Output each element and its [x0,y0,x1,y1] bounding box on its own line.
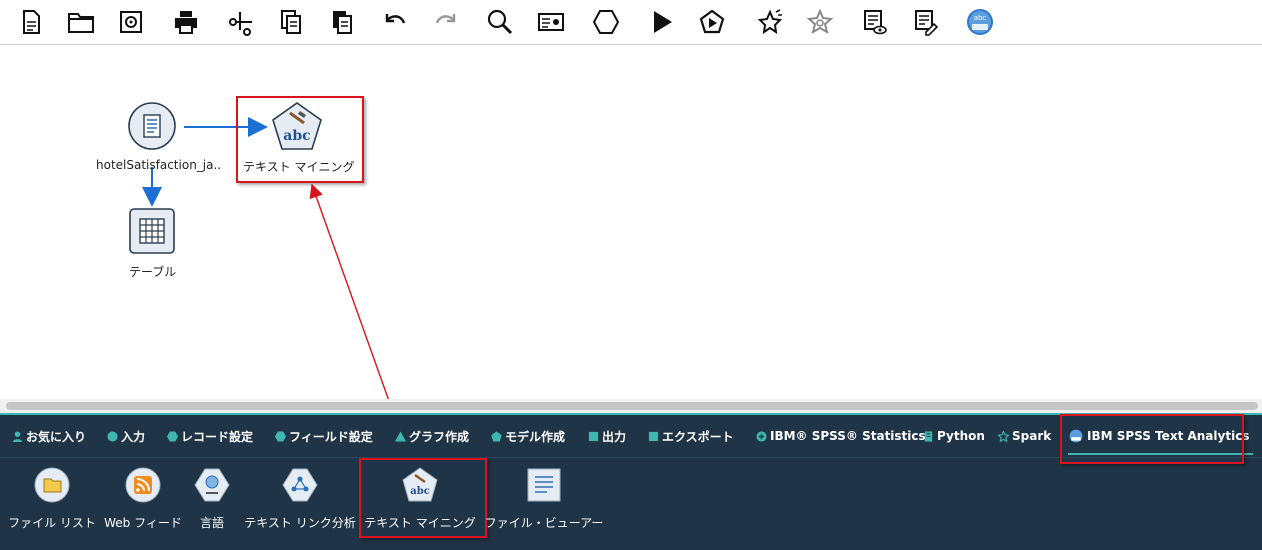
palette-item-label: ファイル・ビューアー [484,516,604,530]
python-icon [924,430,933,442]
text-mining-icon: abc [402,467,438,502]
circle-icon [107,430,118,442]
run-icon[interactable] [644,4,680,40]
tab-label: エクスポート [662,429,734,444]
abc-label: abc [974,14,987,22]
annotation-view-icon[interactable] [856,4,892,40]
spss-icon [756,430,767,442]
tab-spss-statistics[interactable]: IBM® SPSS® Statistics [756,415,926,457]
hexagon-icon [275,430,286,442]
rss-icon [125,467,161,503]
toolbar: abc [0,0,1262,45]
tab-input[interactable]: 入力 [107,415,145,457]
run-selection-icon[interactable] [694,4,730,40]
square-icon [648,431,659,441]
tab-graphs[interactable]: グラフ作成 [395,415,469,457]
redo-icon[interactable] [428,4,464,40]
undo-icon[interactable] [377,4,413,40]
new-stream-icon[interactable] [13,4,49,40]
scrollbar-thumb[interactable] [6,402,1258,410]
source-node-label: hotelSatisfaction_ja.. [96,158,222,172]
save-icon[interactable] [113,4,149,40]
palette-item-web-feed[interactable]: Web フィード [102,467,184,531]
tab-label: モデル作成 [505,429,566,444]
settings-star-icon[interactable] [802,4,838,40]
tab-label: 入力 [121,429,146,444]
tab-label: レコード設定 [181,429,254,444]
palette-item-file-list[interactable]: ファイル リスト [8,467,96,531]
annotation-edit-icon[interactable] [907,4,943,40]
magic-wand-icon[interactable] [752,4,788,40]
text-analytics-icon [1069,429,1083,443]
tab-spark[interactable]: Spark [998,415,1051,457]
copy-icon[interactable] [273,4,309,40]
palette-tabs: お気に入り 入力 レコード設定 フィールド設定 グラフ作成 モデル作成 出力 エ… [0,414,1262,464]
tab-modeling[interactable]: モデル作成 [491,415,565,457]
palette-item-text-mining[interactable]: abc テキスト マイニング [362,467,478,531]
stream-canvas[interactable]: hotelSatisfaction_ja.. abc テキスト マイニング テー… [0,45,1262,399]
palette-item-label: ファイル リスト [8,516,96,530]
palette-item-text-link-analysis[interactable]: テキスト リンク分析 [243,467,357,531]
triangle-icon [395,430,406,442]
tab-export[interactable]: エクスポート [648,415,734,457]
tab-label: グラフ作成 [409,429,470,444]
palette-item-label: 言語 [199,516,224,530]
open-folder-icon[interactable] [63,4,99,40]
person-icon [12,430,23,442]
palette-item-file-viewer[interactable]: ファイル・ビューアー [484,467,604,531]
table-node[interactable] [129,208,175,254]
abc-label: abc [410,486,430,497]
square-icon [588,431,599,441]
tab-label: フィールド設定 [289,429,373,444]
tab-label: Python [937,429,985,443]
tab-label: Spark [1012,429,1052,443]
canvas-scrollbar[interactable] [0,399,1262,413]
abc-label: abc [283,128,310,144]
palette-item-language[interactable]: 言語 [190,467,234,531]
spark-icon [998,430,1009,442]
tab-python[interactable]: Python [923,415,985,457]
text-mining-node[interactable]: abc [270,101,324,153]
tab-label: お気に入り [26,429,87,444]
hexagon-icon [167,430,178,442]
annotation-arrow [309,183,390,399]
properties-icon[interactable] [533,4,569,40]
cut-icon[interactable] [222,4,258,40]
text-mining-node-label: テキスト マイニング [243,160,355,174]
tab-record-ops[interactable]: レコード設定 [167,415,253,457]
pentagon-icon [491,430,502,442]
supernode-icon[interactable] [588,4,624,40]
file-source-icon [128,102,176,150]
tab-field-ops[interactable]: フィールド設定 [275,415,373,457]
text-link-icon [282,468,318,502]
print-icon[interactable] [168,4,204,40]
tab-output[interactable]: 出力 [588,415,626,457]
file-list-icon [34,467,70,503]
paste-icon[interactable] [324,4,360,40]
table-icon [129,208,175,254]
tab-label: 出力 [602,429,627,444]
search-icon[interactable] [482,4,518,40]
text-mining-icon: abc [272,102,322,150]
tab-text-analytics[interactable]: IBM SPSS Text Analytics [1068,415,1254,457]
connection-links [142,117,390,399]
text-analytics-icon[interactable]: abc [962,4,998,40]
palette-item-label: Web フィード [104,516,182,530]
source-node[interactable] [128,102,176,150]
tab-label: IBM SPSS Text Analytics [1087,429,1250,443]
palette-item-label: テキスト マイニング [364,516,476,530]
tab-favorites[interactable]: お気に入り [12,415,86,457]
file-viewer-icon [527,468,561,502]
table-node-label: テーブル [129,265,177,279]
tab-label: IBM® SPSS® Statistics [770,429,926,443]
language-icon [194,468,230,502]
palette-item-label: テキスト リンク分析 [244,516,356,530]
node-palette: お気に入り 入力 レコード設定 フィールド設定 グラフ作成 モデル作成 出力 エ… [0,413,1262,550]
